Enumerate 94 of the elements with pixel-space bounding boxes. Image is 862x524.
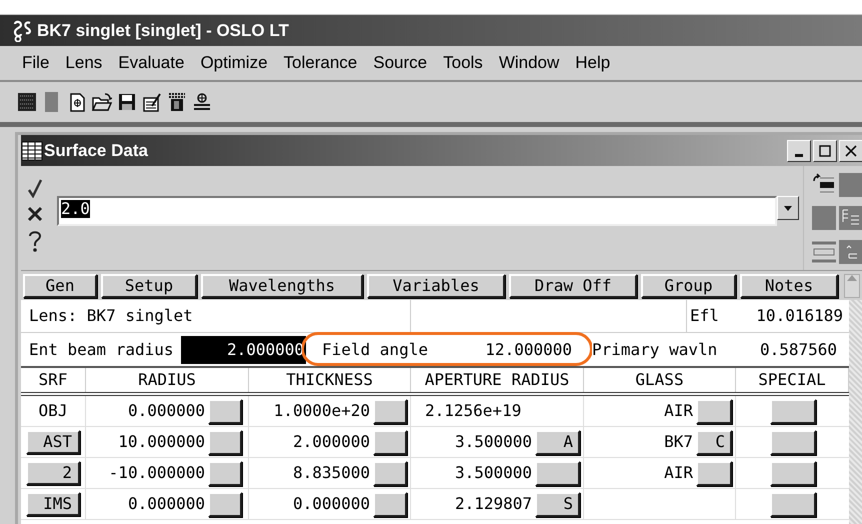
table-cell-text: 0.000000	[128, 493, 205, 515]
solve-button[interactable]	[208, 430, 242, 454]
special-button[interactable]	[770, 460, 816, 486]
column-header: THICKNESS	[286, 369, 373, 391]
grid-icon[interactable]	[17, 92, 37, 112]
toolbar-button[interactable]: Group	[641, 274, 736, 298]
dropdown-button[interactable]	[777, 196, 799, 220]
table-cell-text: 10.000000	[118, 431, 205, 453]
field-value: 10.016189	[756, 305, 843, 327]
menu-item[interactable]: Help	[575, 50, 610, 76]
up-arrow-icon	[847, 274, 857, 280]
menu-item[interactable]: Lens	[65, 50, 102, 76]
cancel-icon	[27, 206, 43, 222]
table-cell-text: OBJ	[38, 400, 68, 422]
minimize-icon	[795, 154, 803, 156]
close-button[interactable]	[839, 140, 862, 162]
table-cell-text: 0.000000	[292, 493, 370, 515]
caret-icon	[784, 206, 792, 210]
aperture-button[interactable]	[535, 460, 580, 486]
confirm-icon	[27, 178, 43, 198]
menu-item[interactable]: Evaluate	[118, 50, 184, 76]
surface-button[interactable]: IMS	[26, 492, 80, 516]
menu-item[interactable]: File	[22, 50, 50, 76]
menu-item[interactable]: Tolerance	[284, 50, 358, 76]
table-cell-text: -10.000000	[108, 462, 205, 484]
expand-list-icon[interactable]	[839, 240, 862, 264]
tree-list-icon[interactable]	[839, 206, 862, 230]
special-button[interactable]	[770, 492, 816, 516]
save-icon[interactable]	[117, 92, 137, 112]
menu-item[interactable]: Window	[498, 50, 560, 76]
solve-button[interactable]	[208, 492, 242, 516]
column-header: APERTURE RADIUS	[424, 369, 570, 391]
toolbar-button[interactable]: Wavelengths	[201, 274, 363, 298]
table-cell-text: 3.500000	[454, 462, 532, 484]
glass-button[interactable]	[696, 398, 732, 424]
table-cell-text: BK7	[664, 431, 693, 453]
lens-name: Lens: BK7 singlet	[29, 305, 193, 327]
maximize-button[interactable]	[813, 140, 837, 162]
menu-item[interactable]: Optimize	[200, 50, 268, 76]
maximize-icon	[819, 144, 831, 156]
table-cell-text: 0.000000	[128, 400, 205, 422]
table-cell-text: 3.500000	[454, 431, 532, 453]
solve-button[interactable]	[373, 430, 407, 454]
field-label: Field angle	[322, 338, 428, 360]
minimize-button[interactable]	[787, 140, 811, 162]
panel-icon[interactable]	[812, 206, 836, 230]
solve-button[interactable]	[373, 398, 407, 424]
menu-item[interactable]: Source	[373, 50, 428, 76]
open-folder-icon[interactable]	[92, 92, 112, 112]
toolbar-button[interactable]: Setup	[101, 274, 197, 298]
special-button[interactable]	[770, 398, 816, 424]
toolbar-button[interactable]: Notes	[740, 274, 838, 298]
glass-button[interactable]: C	[696, 430, 732, 454]
menu-item[interactable]: Tools	[443, 50, 483, 76]
special-button[interactable]	[770, 430, 816, 454]
table-cell-text: AIR	[664, 462, 693, 484]
field-label: Efl	[690, 305, 719, 327]
toolbar-button[interactable]: Draw Off	[509, 274, 637, 298]
column-header: SPECIAL	[758, 369, 826, 391]
window-title: Surface Data	[44, 140, 148, 162]
table-cell-text: 2.000000	[292, 431, 370, 453]
close-icon	[845, 144, 857, 156]
toolbar-button[interactable]: Gen	[23, 274, 97, 298]
solve-button[interactable]	[208, 460, 242, 486]
table-cell-text: 1.0000e+20	[274, 400, 370, 422]
aperture-button[interactable]: A	[535, 430, 580, 454]
surface-button[interactable]: AST	[26, 430, 80, 454]
help-icon	[27, 230, 43, 252]
toolbar-button[interactable]: Variables	[367, 274, 505, 298]
column-header: SRF	[38, 369, 68, 391]
tool-icon[interactable]	[167, 92, 187, 112]
table-icon	[21, 140, 43, 160]
aperture-button[interactable]: S	[535, 492, 580, 516]
scrollbar-track[interactable]	[849, 300, 862, 524]
field-value: 2.000000	[181, 336, 306, 364]
field-label: Primary wavln	[592, 338, 718, 360]
table-cell-text: 8.835000	[292, 462, 370, 484]
edit-document-icon[interactable]	[142, 92, 162, 112]
surface-button[interactable]: 2	[26, 461, 80, 485]
bar-icon[interactable]	[812, 240, 836, 264]
field-label: Ent beam radius	[29, 338, 174, 360]
table-cell-text: 2.129807	[454, 493, 532, 515]
lens-setup-icon[interactable]	[192, 92, 212, 112]
table-cell-text: 2.1256e+19	[425, 400, 522, 422]
column-header: RADIUS	[138, 369, 196, 391]
table-cell-text: AIR	[664, 400, 693, 422]
window-title: BK7 singlet [singlet] - OSLO LT	[37, 20, 289, 42]
column-header: GLASS	[635, 369, 684, 391]
solve-button[interactable]	[373, 492, 407, 516]
glass-button[interactable]	[696, 460, 732, 486]
app-logo-icon	[12, 20, 34, 42]
solve-button[interactable]	[208, 398, 242, 424]
command-field[interactable]: 2.0	[57, 196, 777, 226]
solve-button[interactable]	[373, 460, 407, 486]
